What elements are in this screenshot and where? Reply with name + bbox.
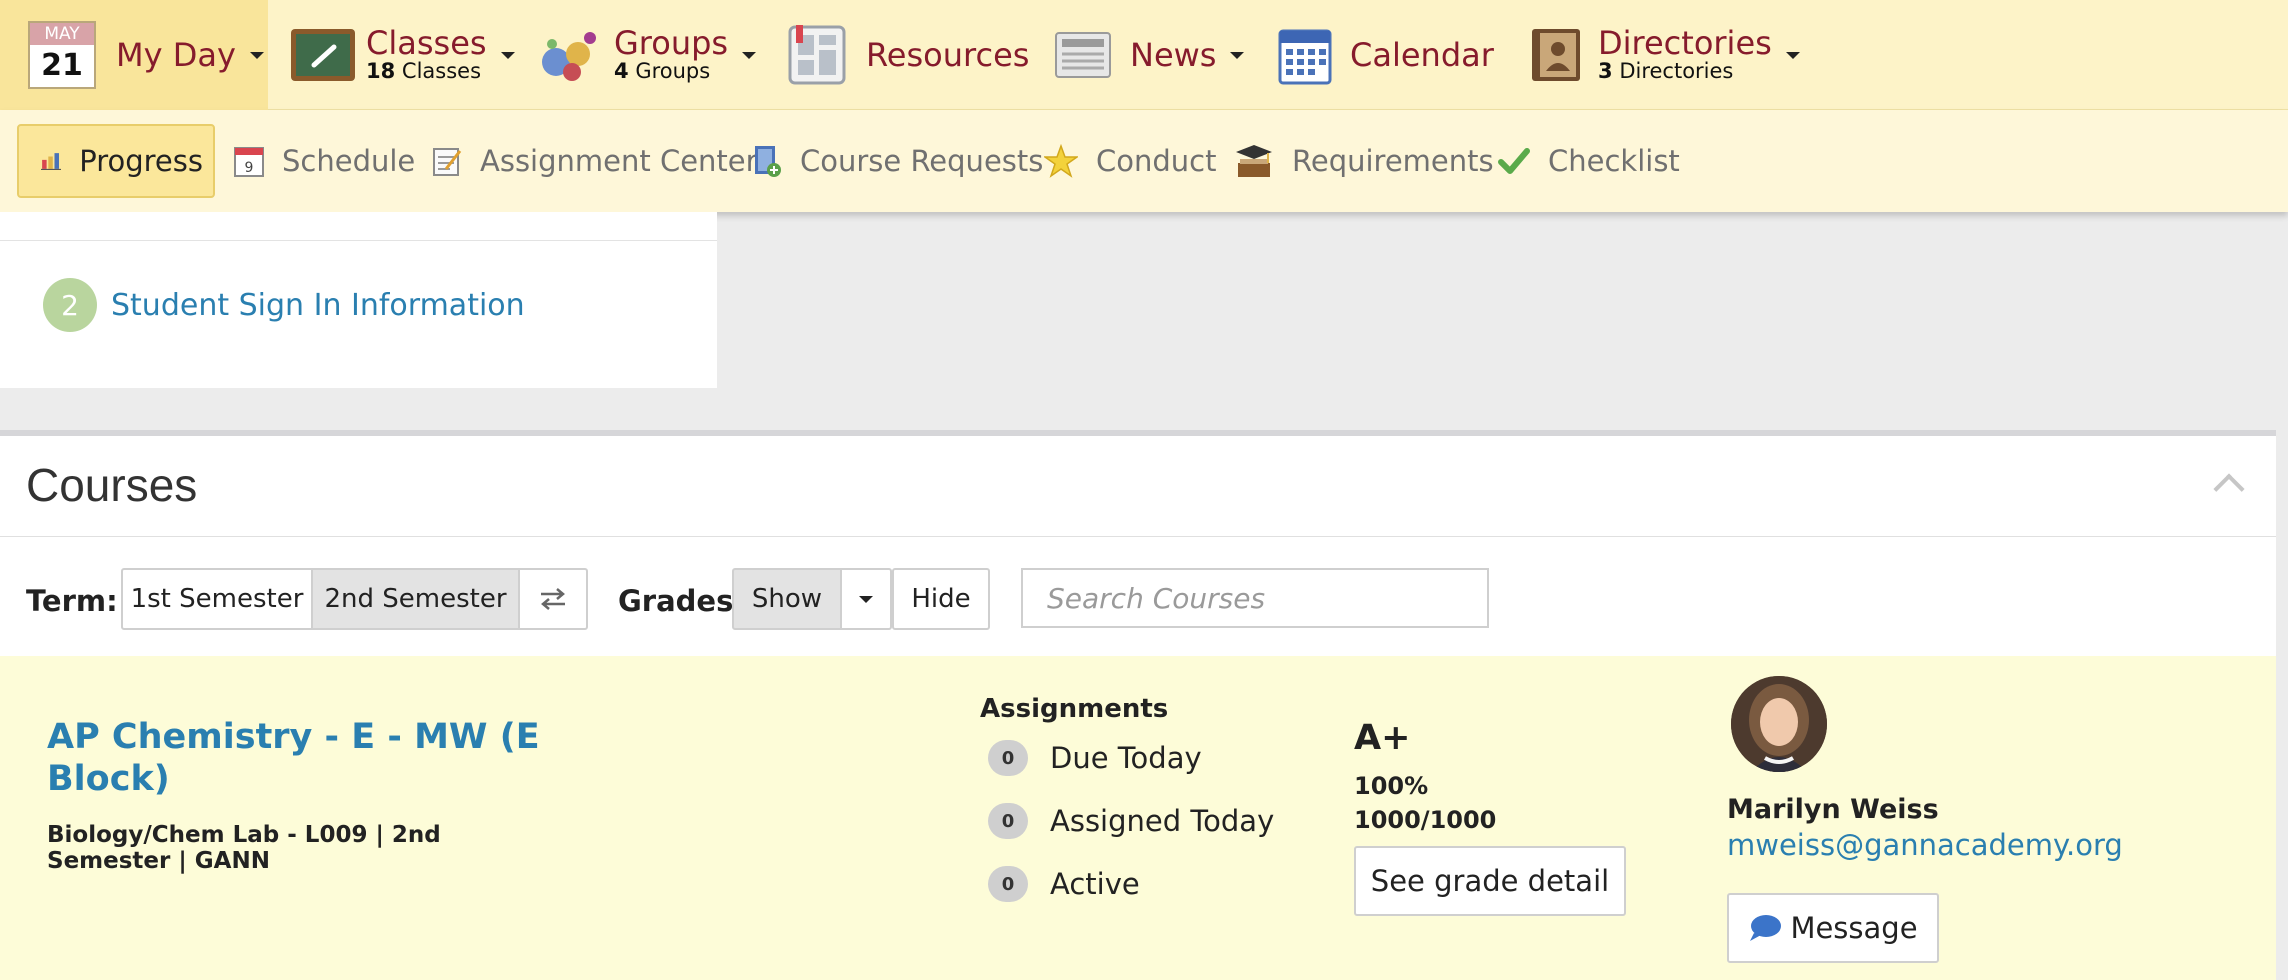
count-badge: 0	[988, 740, 1028, 776]
nav-my-day-label: My Day	[116, 36, 236, 74]
chevron-down-icon	[742, 51, 757, 59]
teacher-name: Marilyn Weiss	[1727, 794, 1939, 825]
assignments-heading: Assignments	[980, 694, 1169, 724]
subnav-assignment-center[interactable]: Assignment Center	[432, 124, 758, 198]
swap-arrows-icon	[541, 588, 565, 610]
nav-news-label: News	[1130, 36, 1217, 74]
message-button-label: Message	[1790, 911, 1918, 945]
courses-title: Courses	[26, 459, 198, 511]
term-2nd-semester-button[interactable]: 2nd Semester	[311, 568, 520, 630]
student-sign-in-link[interactable]: Student Sign In Information	[111, 288, 525, 323]
subnav-checklist-label: Checklist	[1548, 144, 1680, 178]
search-courses-input[interactable]: Search Courses	[1021, 568, 1489, 628]
term-toggle-button[interactable]	[518, 568, 588, 630]
term-1st-semester-button[interactable]: 1st Semester	[121, 568, 313, 630]
courses-divider	[0, 536, 2276, 537]
checkmark-icon	[1498, 148, 1530, 174]
nav-calendar-label: Calendar	[1350, 36, 1494, 74]
newspaper-icon	[1055, 32, 1111, 78]
count-badge: 0	[988, 803, 1028, 839]
subnav-requirements[interactable]: Requirements	[1234, 124, 1494, 198]
svg-text:9: 9	[245, 160, 254, 176]
calendar-page-icon: 9	[234, 147, 264, 177]
directory-book-icon	[1532, 29, 1580, 81]
grade-points: 1000/1000	[1354, 806, 1497, 834]
chalkboard-icon	[291, 29, 355, 81]
teacher-avatar	[1731, 676, 1827, 772]
step-number-badge: 2	[43, 278, 97, 332]
chevron-down-icon	[1785, 51, 1800, 59]
star-icon	[1044, 144, 1078, 178]
subnav-checklist[interactable]: Checklist	[1498, 124, 1680, 198]
subnav-schedule[interactable]: 9 Schedule	[234, 124, 415, 198]
teacher-email-link[interactable]: mweiss@gannacademy.org	[1727, 828, 2123, 862]
nav-classes-label: Classes	[366, 24, 487, 62]
directories-count: 3	[1598, 59, 1613, 83]
nav-my-day[interactable]: MAY 21 My Day	[0, 0, 268, 110]
subnav-schedule-label: Schedule	[282, 144, 416, 178]
assignment-due-today[interactable]: 0 Due Today	[988, 740, 1202, 776]
nav-resources[interactable]: Resources	[788, 0, 1029, 110]
assignment-assigned-today[interactable]: 0 Assigned Today	[988, 803, 1274, 839]
speech-bubble-icon	[1750, 915, 1782, 941]
nav-directories[interactable]: Directories 3 Directories	[1530, 0, 1800, 110]
subnav-conduct[interactable]: Conduct	[1044, 124, 1216, 198]
courses-section: Courses Term: 1st Semester 2nd Semester …	[0, 430, 2276, 980]
nav-directories-label: Directories	[1598, 24, 1772, 62]
graduation-cap-icon	[1236, 145, 1272, 177]
classes-count: 18	[366, 59, 396, 83]
subnav-course-requests-label: Course Requests	[800, 144, 1044, 178]
nav-classes[interactable]: Classes 18 Classes	[290, 0, 515, 110]
resources-icon	[788, 25, 846, 85]
course-meta: Biology/Chem Lab - L009 | 2nd Semester |…	[47, 822, 441, 874]
assignment-label: Assigned Today	[1050, 804, 1275, 838]
classes-sub: Classes	[401, 59, 482, 83]
assignment-active[interactable]: 0 Active	[988, 866, 1140, 902]
see-grade-detail-button[interactable]: See grade detail	[1354, 846, 1626, 916]
nav-resources-label: Resources	[866, 36, 1030, 74]
grades-dropdown-button[interactable]	[840, 568, 892, 630]
subnav-progress-label: Progress	[79, 144, 203, 178]
book-plus-icon	[755, 146, 781, 177]
groups-sub: Groups	[635, 59, 711, 83]
groups-count: 4	[614, 59, 629, 83]
grade-letter: A+	[1354, 718, 1411, 758]
groups-icon	[542, 32, 596, 81]
chevron-down-icon	[249, 51, 264, 59]
nav-groups-label: Groups	[614, 24, 729, 62]
nav-groups[interactable]: Groups 4 Groups	[538, 0, 757, 110]
nav-news[interactable]: News	[1054, 0, 1245, 110]
course-title-link[interactable]: AP Chemistry - E - MW (E Block)	[47, 716, 567, 800]
panel-divider	[0, 240, 717, 241]
chevron-down-icon	[1230, 51, 1245, 59]
grades-show-button[interactable]: Show	[732, 568, 842, 630]
course-row: AP Chemistry - E - MW (E Block) Biology/…	[0, 656, 2276, 980]
bar-chart-icon	[41, 153, 62, 170]
top-nav: MAY 21 My Day Classes 18 Classes Groups …	[0, 0, 2288, 110]
subnav-requirements-label: Requirements	[1292, 144, 1494, 178]
grades-label: Grades:	[618, 584, 745, 618]
assignment-label: Due Today	[1050, 741, 1202, 775]
message-button[interactable]: Message	[1727, 893, 1939, 963]
chevron-up-icon[interactable]	[2213, 473, 2245, 505]
assignment-label: Active	[1050, 867, 1140, 901]
sub-nav: Progress 9 Schedule Assignment Center Co…	[0, 110, 2288, 212]
subnav-course-requests[interactable]: Course Requests	[752, 124, 1043, 198]
subnav-conduct-label: Conduct	[1096, 144, 1217, 178]
subnav-assignment-center-label: Assignment Center	[480, 144, 758, 178]
subnav-progress[interactable]: Progress	[17, 124, 215, 198]
grade-percent: 100%	[1354, 772, 1429, 800]
directories-sub: Directories	[1619, 59, 1734, 83]
notepad-icon	[433, 148, 462, 176]
term-label: Term:	[26, 584, 118, 618]
chevron-down-icon	[500, 51, 515, 59]
nav-calendar[interactable]: Calendar	[1278, 0, 1494, 110]
calendar-date-icon: MAY 21	[28, 21, 96, 89]
teacher-photo	[1731, 676, 1827, 772]
calendar-icon	[1278, 29, 1332, 85]
grades-hide-button[interactable]: Hide	[892, 568, 990, 630]
chevron-down-icon	[859, 595, 873, 603]
count-badge: 0	[988, 866, 1028, 902]
